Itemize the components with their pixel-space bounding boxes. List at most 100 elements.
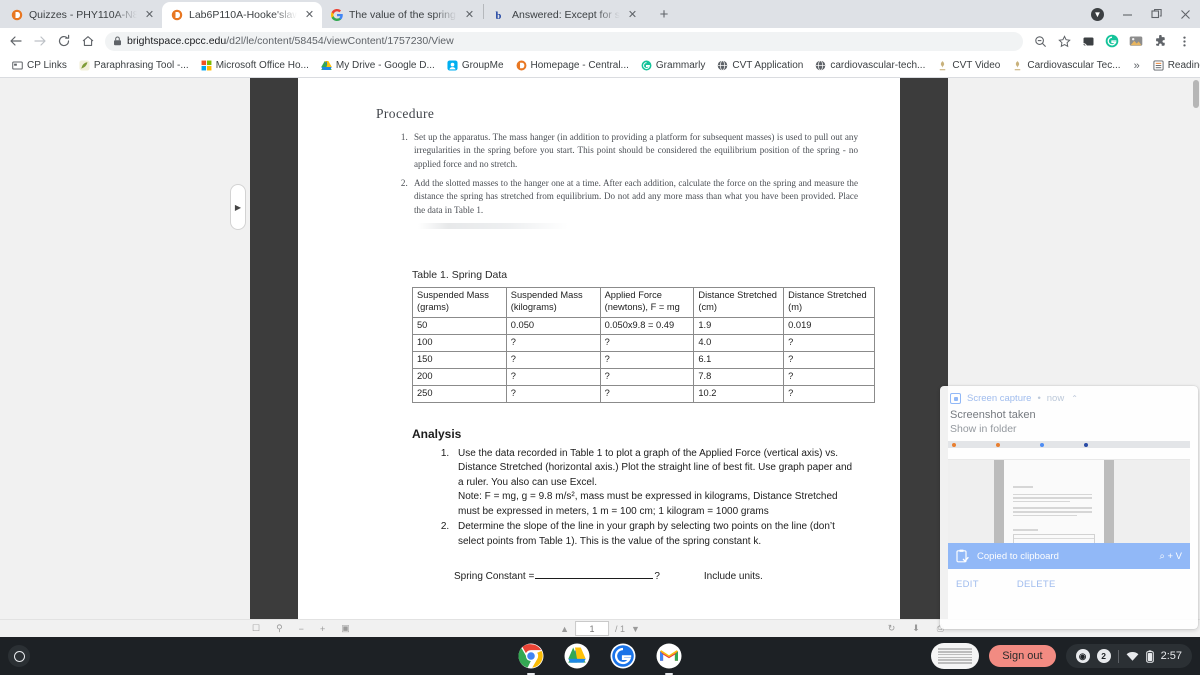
screenshot-icon[interactable] [1124,29,1148,53]
notification-edit-button[interactable]: EDIT [956,579,979,590]
bookmark-label: Paraphrasing Tool -... [93,60,189,71]
tab-title: Quizzes - PHY110A-N885: Conce [29,9,137,21]
bookmark-microsoft-office[interactable]: Microsoft Office Ho... [195,57,315,75]
notification-title: Screenshot taken [950,409,1036,421]
browser-tab-1[interactable]: Lab6P110A-Hooke'slaw2 - PHY1 ✕ [162,2,322,28]
clipboard-icon [956,549,969,563]
shelf-app-list [518,643,682,675]
pdf-download-icon[interactable]: ⬇ [912,623,920,634]
table-row: 150 ? ? 6.1 ? [412,350,875,369]
scrollbar-thumb[interactable] [1193,80,1199,108]
address-bar[interactable]: brightspace.cpcc.edu/d2l/le/content/5845… [105,31,1023,51]
tab-close-icon[interactable]: ✕ [626,9,639,22]
bookmark-label: Cardiovascular Tec... [1027,60,1121,71]
bookmark-cardiovascular-tech[interactable]: cardiovascular-tech... [809,57,931,75]
notification-thumbnail[interactable]: Copied to clipboard ⌕ + V [948,441,1190,569]
tab-title: Lab6P110A-Hooke'slaw2 - PHY1 [189,9,297,21]
screen-capture-status-icon[interactable]: ◉ [1075,649,1090,663]
status-tray[interactable]: ◉ 2 2:57 [1065,644,1192,668]
table-cell: 0.019 [783,317,875,336]
bookmark-label: CVT Application [732,60,804,71]
bookmark-cvt-application[interactable]: CVT Application [711,57,809,75]
chevron-up-icon[interactable]: ⌃ [1071,394,1078,403]
bookmark-my-drive[interactable]: My Drive - Google D... [315,57,441,75]
pdf-fit-icon[interactable]: ▣ [341,623,350,634]
procedure-item: Add the slotted masses to the hanger one… [410,177,858,217]
window-controls: ▼ [1091,0,1200,28]
shelf-app-gmail[interactable] [656,643,682,675]
reading-list-button[interactable]: Reading list [1147,57,1200,75]
minimize-button[interactable] [1113,0,1142,28]
grammarly-icon [641,60,652,71]
table-cell: 4.0 [693,334,785,352]
tab-close-icon[interactable]: ✕ [463,9,476,22]
extensions-icon[interactable] [1148,29,1172,53]
forward-icon[interactable] [28,29,52,53]
procedure-list: Set up the apparatus. The mass hanger (i… [410,131,858,217]
cast-icon[interactable] [1076,29,1100,53]
zoom-out-icon[interactable] [1028,29,1052,53]
thumbnail-tabstrip [948,441,1190,448]
notification-count-badge[interactable]: 2 [1096,649,1111,663]
shelf-app-google-drive[interactable] [564,643,590,669]
close-button[interactable] [1171,0,1200,28]
pdf-zoom-out-icon[interactable]: − [299,624,304,634]
shelf-app-grammarly[interactable] [610,643,636,669]
brightspace-icon [516,60,526,71]
pdf-page-input[interactable]: 1 [574,621,609,636]
bookmark-cardiovascular-tec[interactable]: Cardiovascular Tec... [1006,57,1126,75]
sidebar-toggle-button[interactable]: ▶ [230,184,246,230]
bookmark-homepage-central[interactable]: Homepage - Central... [510,57,635,75]
table-cell: ? [599,384,695,403]
screenshot-preview-chip[interactable] [931,643,980,669]
bookmark-paraphrasing-tool[interactable]: Paraphrasing Tool -... [73,57,195,75]
back-icon[interactable] [4,29,28,53]
bookmarks-overflow-button[interactable]: » [1127,60,1147,72]
browser-tab-3[interactable]: b Answered: Except for small chan ✕ [485,2,645,28]
home-icon[interactable] [76,29,100,53]
table-cell: ? [505,350,601,369]
bookmark-grammarly[interactable]: Grammarly [635,57,711,75]
pdf-page-down-icon[interactable]: ▼ [631,624,640,634]
bookmark-cvt-video[interactable]: CVT Video [931,57,1006,75]
clipboard-toast-label: Copied to clipboard [977,550,1059,562]
tab-title: The value of the spring constant [349,9,457,21]
pdf-zoom-in-icon[interactable]: + [320,624,325,634]
bookmark-star-icon[interactable] [1052,29,1076,53]
tab-close-icon[interactable]: ✕ [143,9,156,22]
battery-icon [1145,649,1154,663]
download-indicator-icon[interactable]: ▼ [1091,7,1104,21]
pdf-search-icon[interactable]: ⚲ [276,623,283,634]
spring-constant-suffix: ? [654,571,660,583]
maximize-restore-button[interactable] [1142,0,1171,28]
browser-tab-2[interactable]: The value of the spring constant ✕ [322,2,482,28]
shelf-app-chrome[interactable] [518,643,544,675]
notification-subtitle[interactable]: Show in folder [940,421,1198,441]
reload-icon[interactable] [52,29,76,53]
table-cell: ? [783,367,875,386]
new-tab-button[interactable]: + [651,1,677,27]
svg-text:b: b [496,11,502,21]
pdf-rotate-icon[interactable]: ↻ [888,623,896,634]
sign-out-button[interactable]: Sign out [989,645,1056,667]
pdf-page-up-icon[interactable]: ▲ [560,624,569,634]
table-cell: 50 [412,317,507,336]
bookmark-groupme[interactable]: GroupMe [441,57,510,75]
quillbot-icon [79,60,90,71]
launcher-button[interactable] [8,645,30,667]
tab-close-icon[interactable]: ✕ [303,9,316,22]
notification-delete-button[interactable]: DELETE [1017,579,1056,590]
pdf-thumbnail-icon[interactable]: ☐ [252,623,260,634]
grammarly-icon[interactable] [1100,29,1124,53]
bookmark-label: GroupMe [461,60,504,71]
screen-capture-notification[interactable]: Screen capture • now ⌃ Screenshot taken … [940,386,1198,629]
menu-icon[interactable] [1172,29,1196,53]
launcher-icon [13,650,25,662]
microsoft-icon [201,60,212,71]
lock-icon [114,36,121,46]
pdf-page-total: / 1 [614,623,626,634]
browser-tab-0[interactable]: Quizzes - PHY110A-N885: Conce ✕ [2,2,162,28]
notification-separator: • [1037,393,1041,404]
notification-header: Screen capture • now ⌃ [940,386,1198,407]
bookmark-cp-links[interactable]: CP Links [6,57,73,75]
